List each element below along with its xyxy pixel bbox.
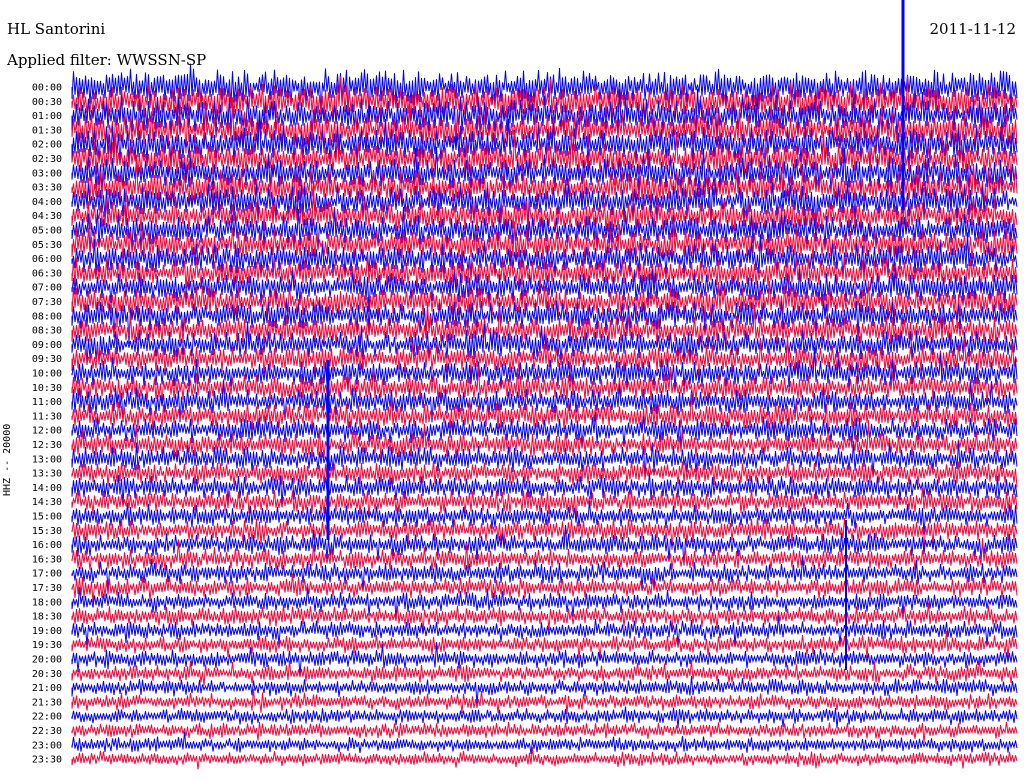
y-tick-label: 17:00 [32, 569, 62, 580]
y-tick-label: 10:30 [32, 383, 62, 394]
trace-line [71, 688, 1018, 715]
y-tick-label: 15:00 [32, 512, 62, 523]
y-tick-label: 01:00 [32, 111, 62, 122]
y-tick-label: 19:00 [32, 626, 62, 637]
y-tick-label: 02:30 [32, 154, 62, 165]
y-tick-label: 01:30 [32, 125, 62, 136]
y-tick-label: 07:30 [32, 297, 62, 308]
y-tick-label: 00:30 [32, 97, 62, 108]
y-tick-label: 06:30 [32, 268, 62, 279]
y-tick-label: 14:30 [32, 497, 62, 508]
y-tick-label: 09:30 [32, 354, 62, 365]
y-tick-label: 10:00 [32, 369, 62, 380]
y-tick-label: 18:00 [32, 597, 62, 608]
y-tick-label: 21:30 [32, 697, 62, 708]
y-tick-label: 20:00 [32, 655, 62, 666]
y-tick-label: 05:30 [32, 240, 62, 251]
y-tick-label: 05:00 [32, 226, 62, 237]
y-tick-label: 03:00 [32, 168, 62, 179]
y-tick-label: 14:00 [32, 483, 62, 494]
y-tick-label: 11:30 [32, 411, 62, 422]
y-tick-label: 08:30 [32, 326, 62, 337]
y-tick-label: 00:00 [32, 83, 62, 94]
y-tick-label: 22:00 [32, 712, 62, 723]
y-tick-label: 19:30 [32, 640, 62, 651]
y-tick-label: 04:00 [32, 197, 62, 208]
y-tick-label: 08:00 [32, 311, 62, 322]
tick-label-group: 00:00 00:30 01:00 01:30 02:00 02:30 03:00 03:30… [32, 83, 62, 766]
filter-label: Applied filter: WWSSN-SP [7, 51, 207, 69]
seismogram-plot: 00:00 00:30 01:00 01:30 02:00 02:30 03:00 03:30… [32, 0, 1018, 770]
y-tick-label: 06:00 [32, 254, 62, 265]
y-tick-label: 12:30 [32, 440, 62, 451]
y-tick-label: 16:30 [32, 554, 62, 565]
y-tick-label: 11:00 [32, 397, 62, 408]
y-tick-label: 13:30 [32, 469, 62, 480]
y-tick-label: 18:30 [32, 612, 62, 623]
trace-line [71, 721, 1018, 743]
y-tick-label: 03:30 [32, 183, 62, 194]
y-tick-label: 07:00 [32, 283, 62, 294]
y-tick-label: 20:30 [32, 669, 62, 680]
y-tick-label: 02:00 [32, 140, 62, 151]
y-tick-label: 21:00 [32, 683, 62, 694]
y-tick-label: 09:00 [32, 340, 62, 351]
trace-line [71, 746, 1018, 770]
y-tick-label: 15:30 [32, 526, 62, 537]
y-tick-label: 16:00 [32, 540, 62, 551]
y-tick-label: 12:00 [32, 426, 62, 437]
y-tick-label: 23:00 [32, 740, 62, 751]
y-tick-label: 23:30 [32, 755, 62, 766]
trace-line [71, 706, 1018, 729]
y-tick-label: 13:00 [32, 454, 62, 465]
y-tick-label: 17:30 [32, 583, 62, 594]
trace-group [71, 0, 1018, 770]
y-tick-label: 22:30 [32, 726, 62, 737]
y-tick-label: 04:30 [32, 211, 62, 222]
